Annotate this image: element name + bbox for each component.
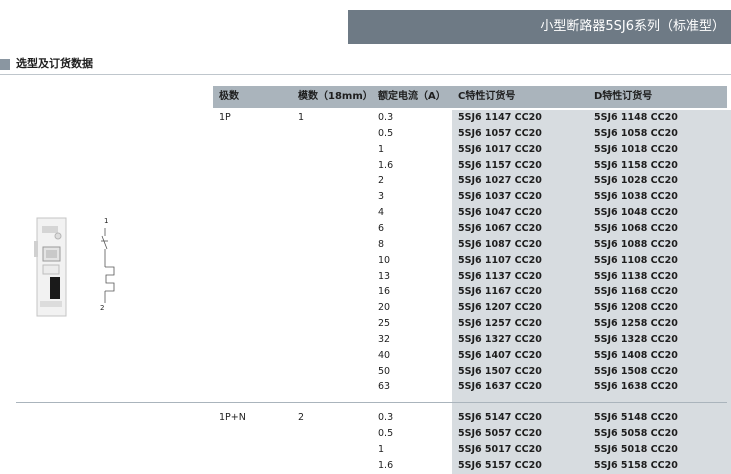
d-order-code: 5SJ6 1088 CC20	[594, 239, 678, 250]
c-order-code: 5SJ6 1257 CC20	[458, 318, 542, 329]
c-order-code: 5SJ6 1507 CC20	[458, 366, 542, 377]
d-order-code: 5SJ6 1068 CC20	[594, 223, 678, 234]
current-cell: 1.6	[378, 460, 394, 471]
header-c-code: C特性订货号	[458, 91, 516, 102]
current-cell: 50	[378, 366, 391, 377]
c-order-code: 5SJ6 1057 CC20	[458, 128, 542, 139]
c-order-code: 5SJ6 1137 CC20	[458, 271, 542, 282]
page-title-bar: 小型断路器5SJ6系列（标准型）	[348, 10, 731, 44]
current-cell: 6	[378, 223, 385, 234]
poles-cell: 1P+N	[219, 412, 246, 423]
d-order-code: 5SJ6 1208 CC20	[594, 302, 678, 313]
page-title: 小型断路器5SJ6系列（标准型）	[540, 19, 725, 34]
c-order-code: 5SJ6 1327 CC20	[458, 334, 542, 345]
d-order-code: 5SJ6 5148 CC20	[594, 412, 678, 423]
current-cell: 13	[378, 271, 391, 282]
d-order-code: 5SJ6 1038 CC20	[594, 191, 678, 202]
d-order-code: 5SJ6 5158 CC20	[594, 460, 678, 471]
c-order-code: 5SJ6 1087 CC20	[458, 239, 542, 250]
d-order-code: 5SJ6 1028 CC20	[594, 175, 678, 186]
c-order-code: 5SJ6 5147 CC20	[458, 412, 542, 423]
current-cell: 0.5	[378, 428, 394, 439]
c-order-code: 5SJ6 1027 CC20	[458, 175, 542, 186]
terminal-1-label: 1	[104, 217, 109, 225]
d-order-code: 5SJ6 5058 CC20	[594, 428, 678, 439]
header-poles: 极数	[219, 91, 239, 102]
d-order-code: 5SJ6 1508 CC20	[594, 366, 678, 377]
current-cell: 0.3	[378, 412, 394, 423]
c-order-code: 5SJ6 1157 CC20	[458, 160, 542, 171]
c-order-code: 5SJ6 1017 CC20	[458, 144, 542, 155]
current-cell: 8	[378, 239, 385, 250]
d-order-code: 5SJ6 1138 CC20	[594, 271, 678, 282]
terminal-2-label: 2	[100, 304, 105, 312]
section-divider	[0, 74, 731, 75]
current-cell: 40	[378, 350, 391, 361]
c-order-code: 5SJ6 5157 CC20	[458, 460, 542, 471]
c-order-code: 5SJ6 1407 CC20	[458, 350, 542, 361]
header-modules: 模数（18mm）	[298, 91, 373, 102]
c-order-code: 5SJ6 1637 CC20	[458, 381, 542, 392]
header-current: 额定电流（A）	[378, 91, 446, 102]
section-header: 选型及订货数据	[0, 56, 731, 76]
current-cell: 1	[378, 444, 385, 455]
table-header: 极数 模数（18mm） 额定电流（A） C特性订货号 D特性订货号	[213, 86, 727, 108]
c-order-code: 5SJ6 1037 CC20	[458, 191, 542, 202]
c-order-code: 5SJ6 1107 CC20	[458, 255, 542, 266]
modules-cell: 2	[298, 412, 305, 423]
c-order-code: 5SJ6 1147 CC20	[458, 112, 542, 123]
current-cell: 10	[378, 255, 391, 266]
current-cell: 25	[378, 318, 391, 329]
current-cell: 63	[378, 381, 391, 392]
modules-cell: 1	[298, 112, 305, 123]
d-order-code: 5SJ6 1148 CC20	[594, 112, 678, 123]
section-marker	[0, 59, 10, 70]
d-order-code: 5SJ6 1048 CC20	[594, 207, 678, 218]
d-order-code: 5SJ6 1158 CC20	[594, 160, 678, 171]
c-order-code: 5SJ6 5057 CC20	[458, 428, 542, 439]
d-order-code: 5SJ6 1328 CC20	[594, 334, 678, 345]
c-order-code: 5SJ6 1207 CC20	[458, 302, 542, 313]
current-cell: 2	[378, 175, 385, 186]
section-title: 选型及订货数据	[16, 57, 93, 70]
d-order-code: 5SJ6 1638 CC20	[594, 381, 678, 392]
current-cell: 1.6	[378, 160, 394, 171]
d-order-code: 5SJ6 1108 CC20	[594, 255, 678, 266]
d-order-code: 5SJ6 1258 CC20	[594, 318, 678, 329]
d-order-code: 5SJ6 5018 CC20	[594, 444, 678, 455]
c-order-code: 5SJ6 1167 CC20	[458, 286, 542, 297]
header-d-code: D特性订货号	[594, 91, 653, 102]
current-cell: 0.3	[378, 112, 394, 123]
d-order-code: 5SJ6 1058 CC20	[594, 128, 678, 139]
product-illustration: 1 2	[26, 205, 121, 321]
poles-cell: 1P	[219, 112, 231, 123]
current-cell: 0.5	[378, 128, 394, 139]
current-cell: 32	[378, 334, 391, 345]
current-cell: 16	[378, 286, 391, 297]
c-order-code: 5SJ6 5017 CC20	[458, 444, 542, 455]
current-cell: 20	[378, 302, 391, 313]
d-order-code: 5SJ6 1018 CC20	[594, 144, 678, 155]
c-order-code: 5SJ6 1067 CC20	[458, 223, 542, 234]
current-cell: 1	[378, 144, 385, 155]
c-order-code: 5SJ6 1047 CC20	[458, 207, 542, 218]
d-order-code: 5SJ6 1408 CC20	[594, 350, 678, 361]
group-divider	[16, 402, 727, 403]
current-cell: 3	[378, 191, 385, 202]
d-order-code: 5SJ6 1168 CC20	[594, 286, 678, 297]
current-cell: 4	[378, 207, 385, 218]
